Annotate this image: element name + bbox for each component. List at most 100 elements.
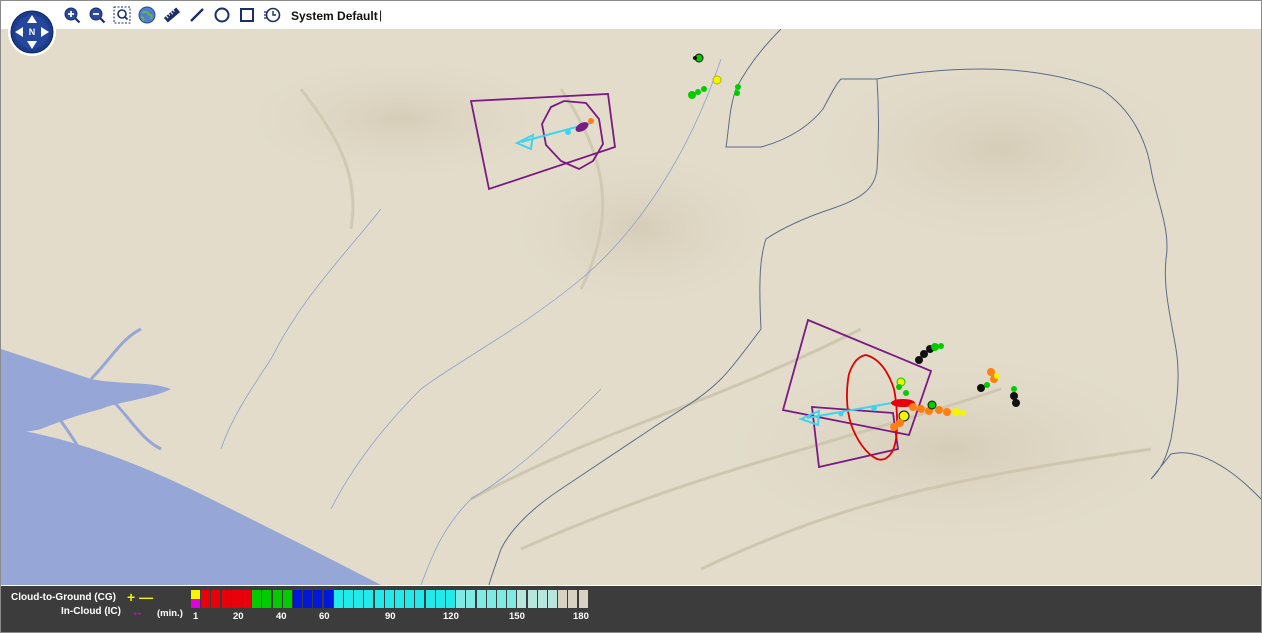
color-ramp-swatch <box>333 590 343 608</box>
color-ramp-swatch <box>497 590 506 608</box>
color-ramp-swatch <box>252 590 262 608</box>
color-ramp-tick-label: 180 <box>573 611 589 622</box>
lightning-strike <box>712 75 722 85</box>
lightning-strike <box>588 118 594 124</box>
legend-unit-label: (min.) <box>157 608 183 619</box>
globe-icon[interactable] <box>137 5 157 25</box>
color-ramp-swatch <box>476 590 486 608</box>
storm-track-point <box>871 405 877 411</box>
color-ramp-swatch <box>578 590 588 608</box>
color-ramp-swatch <box>374 590 384 608</box>
color-ramp-swatch <box>323 590 333 608</box>
color-ramp-swatch <box>446 590 455 608</box>
cg-legend-label: Cloud-to-Ground (CG) <box>11 592 116 603</box>
lightning-strike <box>701 86 707 92</box>
color-ramp-swatch <box>303 590 313 608</box>
color-ramp-swatch <box>568 590 578 608</box>
zoom-out-icon[interactable] <box>87 5 107 25</box>
color-ramp-swatch <box>486 590 496 608</box>
map-application-window: System Default | N Cloud-to-Ground (CG) … <box>0 0 1262 633</box>
map-canvas[interactable] <box>1 29 1261 585</box>
color-ramp-swatch <box>364 590 374 608</box>
color-ramp-swatch <box>435 590 445 608</box>
color-ramp-swatch <box>537 590 547 608</box>
zoom-in-icon[interactable] <box>62 5 82 25</box>
zoom-box-icon[interactable] <box>112 5 132 25</box>
clock-icon[interactable] <box>262 5 282 25</box>
terrain-relief <box>491 139 791 319</box>
color-ramp-swatch <box>456 590 466 608</box>
color-ramp-swatch <box>282 590 292 608</box>
color-ramp-swatch <box>395 590 404 608</box>
lightning-strike <box>977 384 985 392</box>
lightning-strike <box>890 423 898 431</box>
color-ramp-swatch <box>231 590 241 608</box>
color-ramp-tick-label: 20 <box>233 611 244 622</box>
storm-track-point <box>565 129 571 135</box>
lightning-strike <box>984 382 990 388</box>
lightning-strike <box>927 400 937 410</box>
line-draw-icon[interactable] <box>187 5 207 25</box>
ic-legend-label: In-Cloud (IC) <box>61 606 121 617</box>
lightning-strike <box>735 84 741 90</box>
lightning-strike <box>935 406 943 414</box>
color-ramp-swatch <box>242 590 251 608</box>
color-ramp-swatch <box>221 590 231 608</box>
lightning-strike <box>734 90 740 96</box>
lightning-strike <box>695 89 701 95</box>
color-ramp-swatch <box>293 590 302 608</box>
color-ramp-swatch <box>201 590 211 608</box>
lightning-strike <box>931 343 939 351</box>
color-ramp-swatch <box>415 590 425 608</box>
color-ramp-tick-label: 90 <box>385 611 396 622</box>
color-ramp-swatch <box>466 590 476 608</box>
lightning-strike <box>903 390 909 396</box>
profile-label[interactable]: System Default <box>291 9 378 23</box>
color-ramp-swatch <box>262 590 272 608</box>
color-ramp-swatch <box>507 590 517 608</box>
color-ramp-tick-label: 40 <box>276 611 287 622</box>
color-ramp-swatch <box>344 590 353 608</box>
terrain-relief <box>221 49 581 189</box>
cg-symbol-icon: + — <box>127 589 154 605</box>
lightning-strike <box>987 368 995 376</box>
color-ramp-tick-label: 120 <box>443 611 459 622</box>
color-ramp-swatch <box>313 590 323 608</box>
color-ramp-swatch <box>272 590 282 608</box>
color-ramp-tick-label: 1 <box>193 611 199 622</box>
color-ramp-swatch <box>354 590 364 608</box>
color-ramp-swatch <box>191 590 200 608</box>
lightning-strike <box>960 410 966 416</box>
lightning-strike <box>943 408 951 416</box>
lightning-strike <box>952 408 960 416</box>
color-ramp-swatch <box>548 590 557 608</box>
compass-north-label: N <box>29 27 36 37</box>
color-ramp-swatch <box>211 590 221 608</box>
profile-separator: | <box>379 8 383 22</box>
color-ramp-swatch <box>527 590 537 608</box>
lightning-legend: Cloud-to-Ground (CG) + — In-Cloud (IC) ↔… <box>1 586 1261 632</box>
color-ramp-swatch <box>517 590 527 608</box>
lightning-strike <box>688 91 696 99</box>
storm-track-point <box>838 411 844 417</box>
compass-pan-control[interactable]: N <box>7 7 57 57</box>
lightning-strike <box>896 384 902 390</box>
color-ramp-swatch <box>384 590 394 608</box>
lightning-strike <box>909 403 917 411</box>
lightning-strike <box>1012 399 1020 407</box>
color-ramp-swatch <box>405 590 415 608</box>
color-ramp-swatch <box>558 590 568 608</box>
ruler-icon[interactable] <box>162 5 182 25</box>
lightning-strike <box>938 343 944 349</box>
color-ramp-swatch <box>425 590 435 608</box>
lightning-strike <box>994 373 1000 379</box>
map-toolbar: System Default | <box>1 1 1261 30</box>
terrain-relief <box>781 39 1221 259</box>
lightning-strike <box>1010 392 1018 400</box>
ic-symbol-icon: ↔ <box>131 604 144 619</box>
rectangle-draw-icon[interactable] <box>237 5 257 25</box>
circle-draw-icon[interactable] <box>212 5 232 25</box>
color-ramp-tick-label: 60 <box>319 611 330 622</box>
lightning-strike <box>693 56 697 60</box>
lightning-strike <box>917 405 925 413</box>
